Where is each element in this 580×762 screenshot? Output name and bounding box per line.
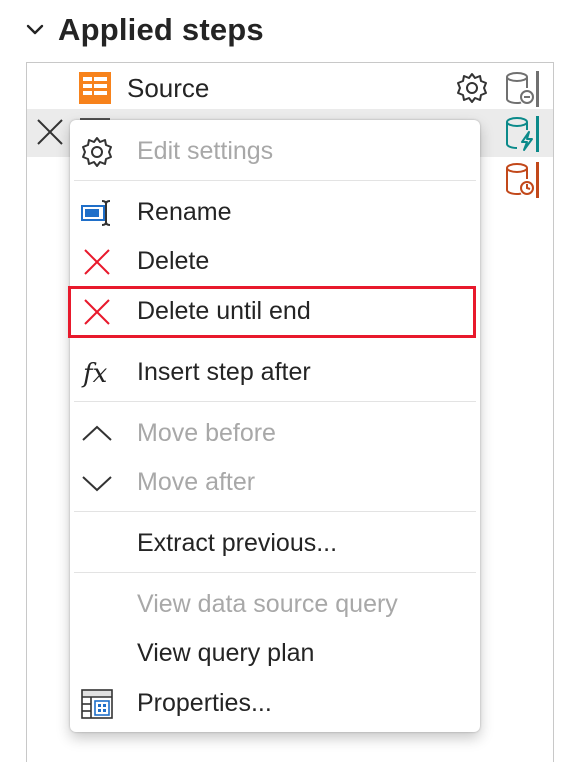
menu-separator xyxy=(74,511,476,512)
menu-item-rename[interactable]: Rename xyxy=(70,189,480,237)
menu-separator xyxy=(74,572,476,573)
fx-icon: fx xyxy=(81,359,108,389)
menu-item-move-after[interactable]: Move after xyxy=(70,459,480,507)
properties-icon xyxy=(81,689,113,719)
chevron-down-icon xyxy=(82,476,112,492)
menu-item-label: View data source query xyxy=(137,590,398,618)
menu-item-label: Properties... xyxy=(137,689,272,717)
delete-x-icon xyxy=(84,249,110,275)
highlight-box xyxy=(68,286,476,338)
menu-separator xyxy=(74,180,476,181)
svg-text:fx: fx xyxy=(81,359,108,389)
table-source-icon xyxy=(79,72,111,104)
close-icon[interactable] xyxy=(35,117,65,147)
rename-icon xyxy=(81,200,111,226)
step-label: Source xyxy=(127,73,210,103)
menu-item-label: Move before xyxy=(137,419,276,447)
menu-item-extract-previous[interactable]: Extract previous... xyxy=(70,520,480,568)
gear-icon xyxy=(82,137,112,167)
gear-icon[interactable] xyxy=(455,71,489,105)
database-minus-icon xyxy=(506,71,539,107)
menu-item-properties[interactable]: Properties... xyxy=(70,680,480,728)
database-lightning-icon xyxy=(506,116,539,152)
menu-item-view-data-source-query[interactable]: View data source query xyxy=(70,581,480,629)
menu-item-label: Move after xyxy=(137,468,256,496)
database-clock-icon xyxy=(506,162,539,198)
menu-item-label: Extract previous... xyxy=(137,529,338,557)
menu-item-label: Rename xyxy=(137,198,232,226)
section-title: Applied steps xyxy=(58,12,264,47)
menu-item-label: Insert step after xyxy=(137,358,311,386)
menu-item-move-before[interactable]: Move before xyxy=(70,410,480,458)
menu-separator xyxy=(74,401,476,402)
applied-steps-header[interactable]: Applied steps xyxy=(24,10,264,50)
chevron-up-icon xyxy=(82,425,112,441)
step-row-source[interactable]: Source xyxy=(27,64,553,112)
menu-item-insert-step-after[interactable]: fx Insert step after xyxy=(70,349,480,397)
menu-item-label: View query plan xyxy=(137,639,315,667)
menu-item-label: Edit settings xyxy=(137,137,274,165)
menu-item-delete[interactable]: Delete xyxy=(70,238,480,286)
chevron-down-icon[interactable] xyxy=(24,19,46,41)
step-context-menu: Edit settings Rename Delete Delete until… xyxy=(68,120,480,732)
menu-item-view-query-plan[interactable]: View query plan xyxy=(70,630,480,678)
menu-item-label: Delete xyxy=(137,247,210,275)
menu-item-edit-settings[interactable]: Edit settings xyxy=(70,128,480,176)
